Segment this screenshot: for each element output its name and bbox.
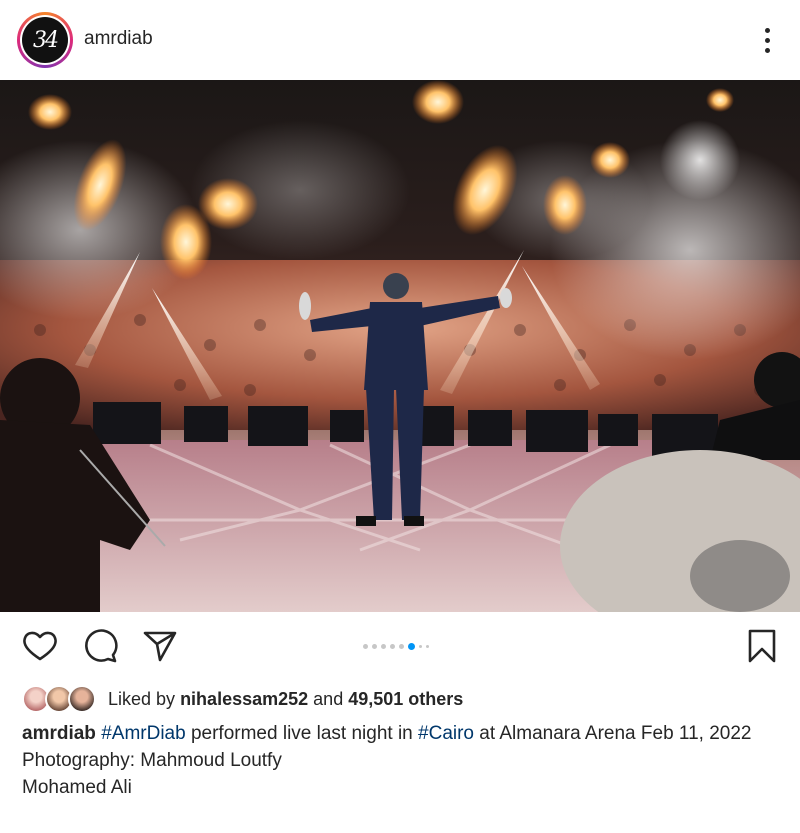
carousel-dot [426, 644, 429, 648]
carousel-dot [372, 643, 377, 649]
post-caption: amrdiab #AmrDiab performed live last nig… [22, 720, 782, 801]
carousel-dot-active [408, 642, 415, 650]
carousel-dot [399, 643, 404, 649]
likes-row: Liked by nihalessam252 and 49,501 others [22, 684, 463, 714]
post-username[interactable]: amrdiab [84, 28, 153, 50]
profile-avatar[interactable]: 34 [17, 12, 73, 68]
caption-line-1: amrdiab #AmrDiab performed live last nig… [22, 723, 752, 744]
caption-line-3: Mohamed Ali [22, 777, 132, 798]
liker-avatar [68, 685, 96, 713]
post-header: 34 amrdiab [0, 0, 800, 80]
avatar-logo: 34 [22, 17, 68, 63]
carousel-dot [390, 643, 395, 649]
hashtag-amrdiab[interactable]: #AmrDiab [101, 723, 185, 744]
caption-author[interactable]: amrdiab [22, 723, 96, 744]
comment-icon[interactable] [80, 626, 120, 666]
hashtag-cairo[interactable]: #Cairo [418, 723, 474, 744]
carousel-dot [363, 643, 368, 649]
liker-avatars[interactable] [22, 685, 100, 713]
carousel-dot [381, 643, 386, 649]
likes-count[interactable]: 49,501 others [348, 689, 463, 709]
more-options-icon[interactable] [752, 24, 782, 56]
post-photo[interactable] [0, 80, 800, 612]
liker-username[interactable]: nihalessam252 [180, 689, 308, 709]
heart-icon[interactable] [20, 626, 60, 666]
caption-line-2: Photography: Mahmoud Loutfy [22, 750, 282, 771]
carousel-dot [419, 644, 422, 648]
share-icon[interactable] [140, 626, 180, 666]
concert-photo [0, 80, 800, 612]
carousel-indicator [363, 642, 429, 650]
likes-text: Liked by nihalessam252 and 49,501 others [108, 688, 464, 709]
bookmark-icon[interactable] [742, 626, 782, 666]
